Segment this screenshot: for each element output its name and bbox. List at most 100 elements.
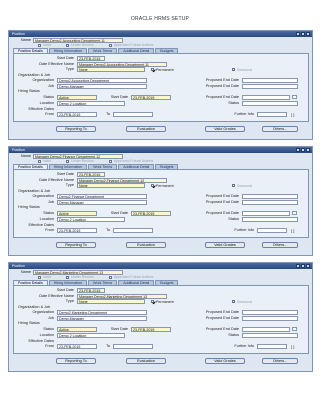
organization-field[interactable]: Demo2 Accounting Department (57, 78, 147, 83)
position-window-1: Position Name Manager.Demo2.Accounting D… (8, 30, 313, 140)
seasonal-checkbox[interactable] (232, 299, 236, 304)
location-field[interactable]: Demo 2 Location (57, 101, 125, 106)
proposed-end-date-field-2[interactable] (242, 83, 298, 89)
others-button[interactable]: Others... (262, 242, 298, 248)
others-button[interactable]: Others... (262, 358, 298, 364)
proposed-end-date-label: Proposed End Date (205, 78, 239, 82)
under-review-checkbox[interactable] (66, 159, 70, 163)
proposed-end-date-label-2: Proposed End Date (205, 315, 239, 320)
hiring-status-field[interactable]: Active (57, 94, 97, 100)
valid-grades-button[interactable]: Valid Grades (205, 358, 245, 364)
calendar-icon[interactable] (292, 210, 297, 216)
hiring-status-field[interactable]: Active (57, 210, 97, 216)
seasonal-checkbox[interactable] (232, 183, 236, 188)
type-field[interactable]: None (77, 67, 145, 72)
maximize-icon[interactable] (301, 32, 305, 36)
hiring-proposed-end-date-field[interactable] (242, 94, 290, 100)
job-field[interactable]: Demo.Manager (57, 315, 147, 321)
hiring-status-field[interactable]: Active (57, 326, 97, 332)
start-date-field[interactable]: 23-FEB-2015 (77, 56, 105, 61)
job-field[interactable]: Demo.Manager (57, 83, 147, 89)
further-info-flex[interactable]: [ ] (291, 112, 294, 117)
type-field[interactable]: None (77, 183, 145, 188)
seasonal-checkbox[interactable] (232, 67, 236, 72)
location-field[interactable]: Demo 2 Location (57, 333, 125, 338)
start-date-field[interactable]: 23-FEB-2015 (77, 172, 105, 177)
organization-field[interactable]: Demo2 Finance Department (57, 194, 147, 199)
date-effective-name-field[interactable]: Manager.Demo2.Marketing Department.13 (77, 293, 167, 299)
job-field[interactable]: Demo.Manager (57, 199, 147, 205)
valid-checkbox[interactable] (38, 159, 42, 163)
to-field[interactable] (113, 343, 153, 349)
date-effective-name-field[interactable]: Manager.Demo2.Accounting Department.11 (77, 61, 167, 67)
from-field[interactable]: 23-FEB-2015 (57, 343, 97, 349)
valid-label: Valid (43, 275, 51, 279)
type-field[interactable]: None (77, 299, 145, 304)
proposed-end-date-field[interactable] (242, 194, 298, 199)
status-field[interactable] (242, 333, 298, 338)
permanent-label: Permanent (156, 183, 174, 188)
from-field[interactable]: 23-FEB-2015 (57, 227, 97, 233)
further-info-flex[interactable]: [ ] (291, 228, 294, 233)
proposed-end-date-field[interactable] (242, 310, 298, 315)
approved-future-checkbox[interactable] (109, 43, 113, 47)
valid-checkbox[interactable] (38, 275, 42, 279)
permanent-checkbox[interactable] (151, 183, 155, 188)
under-review-checkbox[interactable] (66, 275, 70, 279)
further-info-field[interactable] (257, 343, 287, 349)
valid-checkbox[interactable] (38, 43, 42, 47)
from-label: From (45, 343, 54, 348)
reporting-to-button[interactable]: Reporting To (56, 126, 96, 132)
maximize-icon[interactable] (301, 264, 305, 268)
under-review-checkbox[interactable] (66, 43, 70, 47)
from-field[interactable]: 23-FEB-2015 (57, 111, 97, 117)
location-field[interactable]: Demo 2 Location (57, 217, 125, 222)
close-icon[interactable] (306, 264, 310, 268)
start-date-field[interactable]: 23-FEB-2015 (77, 288, 105, 293)
organization-field[interactable]: Demo2 Marketing Department (57, 310, 147, 315)
proposed-end-date-field-2[interactable] (242, 315, 298, 321)
further-info-label: Further Info (234, 111, 254, 116)
hiring-start-date-field[interactable]: 23-FEB-2015 (131, 210, 171, 216)
window-title: Position (12, 32, 25, 36)
calendar-icon[interactable] (292, 94, 297, 100)
status-field[interactable] (242, 101, 298, 106)
valid-label: Valid (43, 159, 51, 163)
hiring-start-date-field[interactable]: 23-FEB-2015 (131, 326, 171, 332)
hiring-start-date-field[interactable]: 23-FEB-2015 (131, 94, 171, 100)
evaluation-button[interactable]: Evaluation (126, 242, 166, 248)
maximize-icon[interactable] (301, 148, 305, 152)
minimize-icon[interactable] (296, 264, 300, 268)
date-effective-name-field[interactable]: Manager.Demo2.Finance Department.12 (77, 177, 167, 183)
proposed-end-date-field[interactable] (242, 78, 298, 83)
minimize-icon[interactable] (296, 32, 300, 36)
to-field[interactable] (113, 227, 153, 233)
permanent-checkbox[interactable] (151, 67, 155, 72)
proposed-end-date-field-2[interactable] (242, 199, 298, 205)
further-info-flex[interactable]: [ ] (291, 344, 294, 349)
reporting-to-button[interactable]: Reporting To (56, 358, 96, 364)
close-icon[interactable] (306, 32, 310, 36)
valid-grades-button[interactable]: Valid Grades (205, 242, 245, 248)
status-field[interactable] (242, 217, 298, 222)
evaluation-button[interactable]: Evaluation (126, 358, 166, 364)
permanent-checkbox[interactable] (151, 299, 155, 304)
job-label: Job (47, 199, 54, 204)
others-button[interactable]: Others... (262, 126, 298, 132)
permanent-label: Permanent (156, 67, 174, 72)
approved-future-checkbox[interactable] (109, 159, 113, 163)
evaluation-button[interactable]: Evaluation (126, 126, 166, 132)
valid-grades-button[interactable]: Valid Grades (205, 126, 245, 132)
further-info-field[interactable] (257, 227, 287, 233)
further-info-field[interactable] (257, 111, 287, 117)
hiring-proposed-end-date-field[interactable] (242, 326, 290, 332)
reporting-to-button[interactable]: Reporting To (56, 242, 96, 248)
minimize-icon[interactable] (296, 148, 300, 152)
position-details-panel: Start Date 23-FEB-2015 Date Effective Na… (13, 169, 309, 238)
hiring-proposed-end-date-field[interactable] (242, 210, 290, 216)
calendar-icon[interactable] (292, 326, 297, 332)
org-job-heading: Organization & Job (18, 72, 51, 77)
approved-future-checkbox[interactable] (109, 275, 113, 279)
close-icon[interactable] (306, 148, 310, 152)
to-field[interactable] (113, 111, 153, 117)
